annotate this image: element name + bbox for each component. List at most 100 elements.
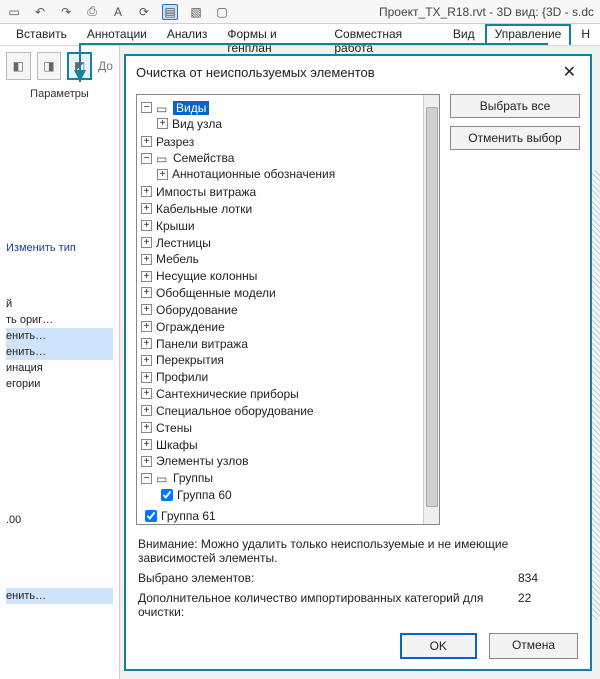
expand-icon[interactable]: +	[141, 237, 152, 248]
menu-аннотации[interactable]: Аннотации	[77, 24, 157, 45]
expand-icon[interactable]: +	[157, 118, 168, 129]
tree-node[interactable]: +Кабельные лотки	[141, 200, 437, 217]
tree-node[interactable]: + Профили	[141, 368, 437, 385]
text-icon[interactable]: A	[110, 4, 126, 20]
deselect-all-button[interactable]: Отменить выбор	[450, 126, 580, 150]
materials-icon[interactable]: ◧	[6, 52, 31, 80]
tree-node[interactable]: + Вид узла	[157, 115, 437, 132]
tree-node-label: Вид узла	[172, 117, 222, 131]
tree-node-label: Аннотационные обозначения	[172, 167, 335, 181]
close-icon[interactable]: ✕	[559, 62, 580, 82]
extra-categories-label: Дополнительное количество импортированны…	[138, 591, 518, 619]
redo-icon[interactable]: ↷	[58, 4, 74, 20]
dialog-title: Очистка от неиспользуемых элементов	[136, 65, 375, 80]
tree-node[interactable]: Группа 61	[141, 506, 437, 525]
collapse-icon[interactable]: −	[141, 473, 152, 484]
tree-node[interactable]: + Элементы узлов	[141, 452, 437, 469]
menu-н[interactable]: Н	[571, 24, 600, 45]
tree-node[interactable]: +Мебель	[141, 250, 437, 267]
tree-node[interactable]: −▭Семейства+Аннотационные обозначения	[141, 149, 437, 183]
ok-button[interactable]: OK	[400, 633, 477, 659]
tree-node[interactable]: + Лестницы	[141, 234, 437, 251]
expand-icon[interactable]: +	[141, 271, 152, 282]
tree-node-label: Стены	[156, 421, 192, 435]
expand-icon[interactable]: +	[141, 321, 152, 332]
expand-icon[interactable]: +	[141, 372, 152, 383]
tree-node-label: Виды	[173, 101, 209, 115]
tree-node[interactable]: −▭Виды+Вид узла	[141, 99, 437, 133]
object-styles-icon[interactable]: ◨	[37, 52, 62, 80]
folder-icon: ▭	[156, 472, 170, 484]
tree-node[interactable]: +Несущие колонны	[141, 267, 437, 284]
select-all-button[interactable]: Выбрать все	[450, 94, 580, 118]
tree-node-label: Обобщенные модели	[156, 286, 276, 300]
tree-checkbox[interactable]	[161, 489, 173, 501]
tree-node[interactable]: +Оборудование	[141, 301, 437, 318]
tree-node[interactable]: +Панели витража	[141, 335, 437, 352]
extra-categories-value: 22	[518, 591, 578, 619]
warning-text: Внимание: Можно удалить только неиспольз…	[138, 537, 578, 565]
menu-совместная работа[interactable]: Совместная работа	[324, 24, 443, 45]
tree-scrollbar[interactable]	[423, 95, 439, 524]
expand-icon[interactable]: +	[141, 388, 152, 399]
expand-icon[interactable]: +	[141, 456, 152, 467]
expand-icon[interactable]: +	[141, 422, 152, 433]
edit-type-link[interactable]: Изменить тип	[6, 242, 76, 254]
tree-node[interactable]: +Импосты витража	[141, 183, 437, 200]
tree-node-label: Ограждение	[156, 320, 225, 334]
switch-windows-icon[interactable]: ▢	[214, 4, 230, 20]
menu-вид[interactable]: Вид	[443, 24, 485, 45]
tree-node-label: Специальное оборудование	[156, 404, 314, 418]
menu-вставить[interactable]: Вставить	[6, 24, 77, 45]
tree-node-label: Элементы узлов	[156, 454, 248, 468]
quick-access-toolbar: ▭ ↶ ↷ ⎙ A ⟳ ▤ ▧ ▢ Проект_TX_R18.rvt - 3D…	[0, 0, 600, 24]
expand-icon[interactable]: +	[141, 186, 152, 197]
collapse-icon[interactable]: −	[141, 153, 152, 164]
expand-icon[interactable]: +	[141, 254, 152, 265]
expand-icon[interactable]: +	[141, 287, 152, 298]
tree-node-label: Группа 61	[161, 509, 216, 523]
tree-node-label: Сантехнические приборы	[156, 387, 299, 401]
tree-node[interactable]: −▭ГруппыГруппа 60	[141, 469, 437, 506]
expand-icon[interactable]: +	[141, 203, 152, 214]
expand-icon[interactable]: +	[157, 169, 168, 180]
tree-node-label: Шкафы	[156, 437, 198, 451]
menu-формы и генплан[interactable]: Формы и генплан	[217, 24, 324, 45]
expand-icon[interactable]: +	[141, 405, 152, 416]
tree-node[interactable]: + Ограждение	[141, 318, 437, 335]
expand-icon[interactable]: +	[141, 355, 152, 366]
tree-checkbox[interactable]	[145, 510, 157, 522]
tree-node-label: Лестницы	[156, 235, 211, 249]
tree-node[interactable]: + Обобщенные модели	[141, 284, 437, 301]
tree-node[interactable]: + Специальное оборудование	[141, 402, 437, 419]
tree-node-label: Перекрытия	[156, 353, 224, 367]
sync-icon[interactable]: ⟳	[136, 4, 152, 20]
cancel-button[interactable]: Отмена	[489, 633, 578, 659]
menu-анализ[interactable]: Анализ	[157, 24, 218, 45]
undo-icon[interactable]: ↶	[32, 4, 48, 20]
tree-node[interactable]: Группа 60	[157, 485, 437, 505]
category-tree[interactable]: −▭Виды+Вид узла+Разрез−▭Семейства+Аннота…	[136, 94, 440, 525]
purge-unused-icon[interactable]: ◩	[67, 52, 92, 80]
tree-node-label: Профили	[156, 370, 208, 384]
tree-node[interactable]: + Шкафы	[141, 436, 437, 453]
print-icon[interactable]: ⎙	[84, 4, 100, 20]
collapse-icon[interactable]: −	[141, 102, 152, 113]
window-title: Проект_TX_R18.rvt - 3D вид: {3D - s.dc	[379, 5, 594, 19]
tree-node[interactable]: +Разрез	[141, 133, 437, 150]
menu-управление[interactable]: Управление	[485, 24, 572, 45]
thin-lines-icon[interactable]: ▤	[162, 4, 178, 20]
tree-node-label: Семейства	[173, 151, 234, 165]
expand-icon[interactable]: +	[141, 136, 152, 147]
expand-icon[interactable]: +	[141, 439, 152, 450]
expand-icon[interactable]: +	[141, 220, 152, 231]
expand-icon[interactable]: +	[141, 338, 152, 349]
tree-node[interactable]: +Крыши	[141, 217, 437, 234]
tree-node[interactable]: + Стены	[141, 419, 437, 436]
close-views-icon[interactable]: ▧	[188, 4, 204, 20]
expand-icon[interactable]: +	[141, 304, 152, 315]
tree-node[interactable]: + Аннотационные обозначения	[157, 165, 437, 182]
tree-node[interactable]: + Перекрытия	[141, 351, 437, 368]
open-icon[interactable]: ▭	[6, 4, 22, 20]
tree-node[interactable]: + Сантехнические приборы	[141, 385, 437, 402]
